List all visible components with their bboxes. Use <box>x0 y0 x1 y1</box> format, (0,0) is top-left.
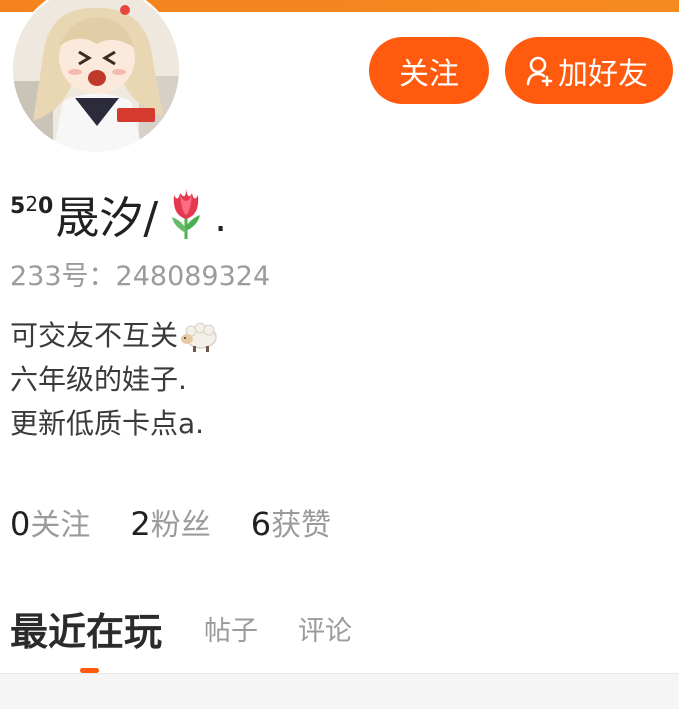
stat-followers[interactable]: 2粉丝 <box>130 500 210 544</box>
profile-name: 520 晟汐/ . <box>10 184 227 244</box>
user-add-icon <box>526 55 554 87</box>
stats-row: 0关注 2粉丝 6获赞 <box>10 500 371 544</box>
tab-comments[interactable]: 评论 <box>298 609 352 648</box>
follow-button[interactable]: 关注 <box>369 37 489 104</box>
add-friend-button[interactable]: 加好友 <box>505 37 673 104</box>
tulip-emoji-icon <box>164 187 208 241</box>
bio: 可交友不互关 六年级的娃子. 更新低质卡点a. <box>10 314 218 446</box>
content-tabs: 最近在玩 帖子 评论 <box>10 600 392 656</box>
bio-line: 更新低质卡点a. <box>10 407 205 440</box>
content-area <box>0 673 679 709</box>
avatar[interactable] <box>13 0 179 152</box>
tab-posts[interactable]: 帖子 <box>204 609 258 648</box>
bio-line: 六年级的娃子. <box>10 363 187 396</box>
tab-recently-played[interactable]: 最近在玩 <box>10 601 162 656</box>
name-superscript: 520 <box>10 191 54 219</box>
stat-likes[interactable]: 6获赞 <box>251 500 331 544</box>
add-friend-button-label: 加好友 <box>558 56 648 92</box>
bio-line: 可交友不互关 <box>10 314 218 358</box>
sheep-emoji-icon <box>180 318 218 354</box>
name-suffix: . <box>214 195 227 241</box>
user-id: 233号：248089324 <box>10 261 271 292</box>
name-text: 晟汐/ <box>55 193 159 244</box>
follow-button-label: 关注 <box>399 56 459 92</box>
stat-following[interactable]: 0关注 <box>10 500 90 544</box>
